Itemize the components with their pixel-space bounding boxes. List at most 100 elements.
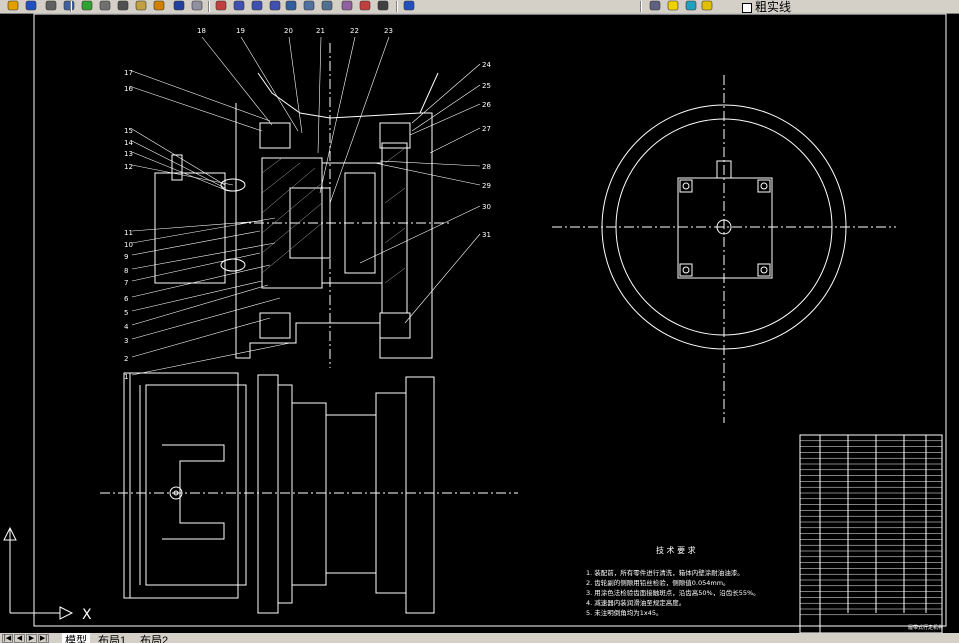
open-icon[interactable] [6, 0, 22, 12]
leader-line [317, 36, 322, 154]
part-number-label: 17 [124, 69, 133, 77]
part-number-label: 16 [124, 85, 133, 93]
design-center-icon[interactable] [302, 0, 318, 12]
part-number-label: 5 [124, 309, 128, 317]
plan-view [100, 372, 518, 614]
tech-requirement-line: 3. 用涂色法检验齿面接触斑点，沿齿高50%，沿齿长55%。 [586, 588, 760, 597]
part-number-label: 6 [124, 295, 129, 303]
part-number-label: 20 [284, 27, 293, 35]
leader-line [329, 36, 390, 204]
zoom-realtime-icon[interactable] [232, 0, 248, 12]
leader-line [404, 233, 481, 324]
section-view [154, 43, 450, 368]
sheet-set-icon[interactable] [340, 0, 356, 12]
tech-requirement-line: 1. 装配前，所有零件进行清洗，箱体内壁涂耐油油漆。 [586, 568, 744, 577]
zoom-previous-icon[interactable] [268, 0, 284, 12]
toolbar-separator [70, 1, 72, 12]
standard-toolbar: 粗实线 [0, 0, 959, 14]
part-number-label: 8 [124, 267, 128, 275]
part-number-label: 15 [124, 127, 133, 135]
leader-line [131, 220, 263, 232]
linetype-selector[interactable]: 粗实线 [742, 0, 792, 14]
layout-tab-bar: |◀ ◀ ▶ ▶| 模型 布局1 布局2 [0, 633, 959, 643]
tech-requirements-title: 技 术 要 求 [656, 545, 696, 555]
cut-icon[interactable] [98, 0, 114, 12]
part-number-label: 12 [124, 163, 133, 171]
part-number-label: 14 [124, 139, 133, 147]
leader-line [131, 342, 291, 376]
part-number-label: 24 [482, 61, 491, 69]
leader-line [131, 217, 276, 244]
part-number-label: 30 [482, 203, 491, 211]
print-icon[interactable] [44, 0, 60, 12]
toolbar-separator [640, 1, 642, 12]
help-icon[interactable] [402, 0, 418, 12]
previous-layout-button[interactable]: ◀ [14, 634, 25, 643]
title-block-label: 履带式行走机构 [908, 624, 943, 631]
ucs-icon [3, 526, 74, 620]
leader-line [131, 264, 271, 298]
parts-list: 履带式行走机构 [799, 434, 943, 633]
part-number-label: 4 [124, 323, 129, 331]
properties-icon[interactable] [284, 0, 300, 12]
markup-icon[interactable] [358, 0, 374, 12]
redo-icon[interactable] [190, 0, 206, 12]
copy-icon[interactable] [116, 0, 132, 12]
tab-layout2[interactable]: 布局2 [140, 633, 168, 643]
part-number-label: 10 [124, 241, 133, 249]
save-icon[interactable] [24, 0, 40, 12]
leader-line [201, 36, 273, 126]
part-number-label: 21 [316, 27, 325, 35]
leader-line [131, 128, 226, 186]
part-number-label: 18 [197, 27, 206, 35]
part-number-label: 22 [350, 27, 359, 35]
match-properties-icon[interactable] [152, 0, 168, 12]
publish-icon[interactable] [80, 0, 96, 12]
part-number-label: 2 [124, 355, 128, 363]
part-number-label: 31 [482, 231, 491, 239]
calculator-icon[interactable] [376, 0, 392, 12]
part-number-label: 26 [482, 101, 491, 109]
pan-icon[interactable] [214, 0, 230, 12]
part-number-label: 1 [124, 373, 128, 381]
part-number-label: 3 [124, 337, 128, 345]
tech-requirement-line: 2. 齿轮副的侧隙用铅丝检验，侧隙值0.054mm。 [586, 578, 730, 587]
tech-requirement-line: 4. 减速器内装润滑油至规定高度。 [586, 598, 685, 607]
paste-icon[interactable] [134, 0, 150, 12]
leader-line [429, 127, 481, 154]
leader-line [374, 162, 481, 186]
part-number-label: 11 [124, 229, 133, 237]
first-layout-button[interactable]: |◀ [2, 634, 13, 643]
part-number-label: 7 [124, 279, 128, 287]
layer-freeze-icon[interactable] [684, 0, 700, 12]
leader-line [359, 205, 481, 264]
drawing-canvas[interactable]: 履带式行走机构 1716151413121110987654321 18 19 20… [0, 13, 959, 633]
linetype-label: 粗实线 [755, 0, 792, 14]
leader-line [319, 36, 356, 194]
toolbar-separator [396, 1, 398, 12]
leader-line [131, 86, 263, 132]
leader-line [131, 280, 263, 312]
color-swatch [742, 2, 752, 13]
layer-icon[interactable] [648, 0, 664, 12]
part-number-label: 23 [384, 27, 393, 35]
leader-line [131, 284, 269, 326]
part-number-label: 13 [124, 150, 133, 158]
layer-lock-icon[interactable] [700, 0, 716, 12]
layer-on-icon[interactable] [666, 0, 682, 12]
tool-palette-icon[interactable] [320, 0, 336, 12]
leader-line [240, 36, 299, 132]
tab-layout1[interactable]: 布局1 [98, 633, 126, 643]
part-number-label: 28 [482, 163, 491, 171]
undo-icon[interactable] [172, 0, 188, 12]
leader-line [379, 160, 481, 167]
leader-line [411, 63, 481, 124]
last-layout-button[interactable]: ▶| [38, 634, 49, 643]
part-number-label: 29 [482, 182, 491, 190]
zoom-window-icon[interactable] [250, 0, 266, 12]
tech-requirement-line: 5. 未注明倒角均为1x45。 [586, 608, 663, 617]
next-layout-button[interactable]: ▶ [26, 634, 37, 643]
leader-line [131, 230, 261, 256]
tab-model[interactable]: 模型 [62, 633, 90, 643]
leader-line [288, 36, 303, 134]
